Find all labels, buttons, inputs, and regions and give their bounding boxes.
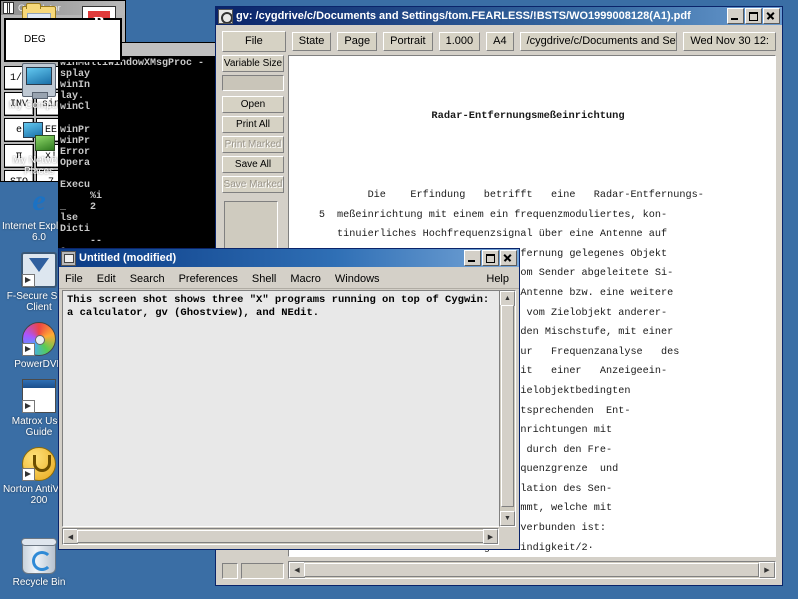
menu-shell[interactable]: Shell (252, 273, 276, 285)
gv-save-marked-button: Save Marked (222, 176, 284, 193)
menu-file[interactable]: File (65, 273, 83, 285)
nedit-vertical-scrollbar[interactable]: ▲ ▼ (499, 290, 516, 527)
maximize-button[interactable] (482, 250, 499, 266)
close-button[interactable] (500, 250, 517, 266)
ghostscript-icon (218, 8, 233, 24)
menu-macro[interactable]: Macro (290, 273, 321, 285)
pdf-line-text: meßeinrichtung mit einem ein frequenzmod… (337, 209, 668, 221)
menu-search[interactable]: Search (130, 273, 165, 285)
menu-windows[interactable]: Windows (335, 273, 380, 285)
scroll-left-arrow-icon[interactable]: ◀ (289, 562, 305, 578)
gv-title-bar[interactable]: gv: /cygdrive/c/Documents and Settings/t… (216, 7, 782, 25)
scroll-up-arrow-icon[interactable]: ▲ (500, 291, 515, 306)
gv-menu-orientation[interactable]: Portrait (383, 32, 433, 51)
desktop: My Documents My Computer My Network Plac… (0, 0, 798, 599)
nedit-document-text: This screen shot shows three "X" program… (67, 294, 490, 319)
gv-menu-file[interactable]: File (222, 31, 286, 52)
nedit-title-bar[interactable]: Untitled (modified) (59, 249, 519, 267)
desktop-icon-label: Recycle Bin (12, 577, 66, 588)
gv-toolbar[interactable]: File State Page Portrait 1.000 A4 /cygdr… (218, 27, 780, 55)
nedit-window[interactable]: Untitled (modified) File Edit Search Pre… (58, 248, 520, 550)
gv-menu-papersize[interactable]: A4 (486, 32, 514, 51)
scroll-down-arrow-icon[interactable]: ▼ (500, 511, 515, 526)
nedit-menu-bar[interactable]: File Edit Search Preferences Shell Macro… (59, 269, 519, 289)
nedit-horizontal-scrollbar[interactable]: ◀ ▶ (62, 528, 499, 545)
minimize-button[interactable] (464, 250, 481, 266)
scroll-right-arrow-icon[interactable]: ▶ (759, 562, 775, 578)
computer-icon (22, 63, 56, 99)
gv-print-marked-button: Print Marked (222, 136, 284, 153)
menu-edit[interactable]: Edit (97, 273, 116, 285)
gv-hscroll-thumb[interactable] (304, 563, 759, 577)
scroll-left-arrow-icon[interactable]: ◀ (63, 529, 78, 544)
nedit-vscroll-thumb[interactable] (501, 305, 514, 507)
internet-explorer-icon: e (32, 184, 46, 217)
minimize-button[interactable] (727, 8, 744, 24)
shortcut-arrow-icon (22, 343, 35, 356)
recycle-bin-icon (21, 538, 57, 574)
close-button[interactable] (763, 8, 780, 24)
gv-bottom-left-panel (222, 563, 284, 579)
menu-help[interactable]: Help (486, 273, 509, 285)
window-document-icon (22, 379, 56, 413)
shortcut-arrow-icon (22, 274, 35, 287)
gv-open-button[interactable]: Open (222, 96, 284, 113)
gv-save-all-button[interactable]: Save All (222, 156, 284, 173)
pdf-line-number (299, 186, 325, 206)
antivirus-icon (22, 447, 56, 481)
pdf-line: Die Erfindung betrifft eine Radar-Entfer… (299, 186, 757, 206)
nedit-window-controls[interactable] (464, 250, 517, 266)
pdf-document-title: Radar-Entfernungsmeßeinrichtung (431, 110, 625, 123)
nedit-title: Untitled (modified) (79, 252, 177, 264)
gv-title: gv: /cygdrive/c/Documents and Settings/t… (236, 10, 691, 22)
cygwin-console-window[interactable]: ~ winMultiWindowXMsgProc - splay winIn l… (58, 42, 218, 264)
dvd-disc-icon (22, 322, 56, 356)
gv-menu-zoom[interactable]: 1.000 (438, 32, 481, 51)
ssh-client-icon (21, 252, 57, 288)
gv-vertical-scroll-stub[interactable] (222, 563, 238, 579)
gv-file-date[interactable]: Wed Nov 30 12: (683, 32, 776, 51)
pdf-line-text: Die Erfindung betrifft eine Radar-Entfer… (337, 189, 704, 201)
gv-horizontal-scrollbar[interactable]: ◀ ▶ (288, 561, 776, 579)
menu-preferences[interactable]: Preferences (179, 273, 238, 285)
pdf-line-number: 5 (318, 209, 325, 221)
shortcut-arrow-icon (22, 468, 35, 481)
gv-size-button[interactable]: Variable Size (222, 55, 284, 72)
studio-badge: B (93, 13, 105, 32)
pdf-line: 5 meßeinrichtung mit einem ein frequenzmo… (299, 206, 757, 226)
shortcut-arrow-icon (22, 400, 35, 413)
nedit-icon (61, 250, 76, 266)
pdf-line: tinuierliches Hochfrequenzsignal über ei… (299, 225, 757, 245)
pdf-line-text: tinuierliches Hochfrequenzsignal über ei… (337, 229, 668, 241)
nedit-text-area[interactable]: This screen shot shows three "X" program… (62, 290, 516, 527)
gv-status-slot (241, 563, 284, 579)
calculator-icon (3, 2, 14, 14)
gv-window-controls[interactable] (727, 8, 780, 24)
gv-print-all-button[interactable]: Print All (222, 116, 284, 133)
scroll-right-arrow-icon[interactable]: ▶ (483, 529, 498, 544)
calculator-angle-mode: DEG (24, 34, 46, 45)
network-icon (23, 120, 55, 152)
nedit-hscroll-thumb[interactable] (77, 530, 484, 543)
console-output: winMultiWindowXMsgProc - splay winIn lay… (59, 56, 217, 264)
gv-menu-state[interactable]: State (291, 32, 332, 51)
gv-file-path[interactable]: /cygdrive/c/Documents and Settings/tom.F… (519, 32, 678, 51)
maximize-button[interactable] (745, 8, 762, 24)
gv-size-slot[interactable] (222, 75, 284, 91)
gv-menu-page[interactable]: Page (337, 32, 378, 51)
pdf-line-number (299, 225, 325, 245)
